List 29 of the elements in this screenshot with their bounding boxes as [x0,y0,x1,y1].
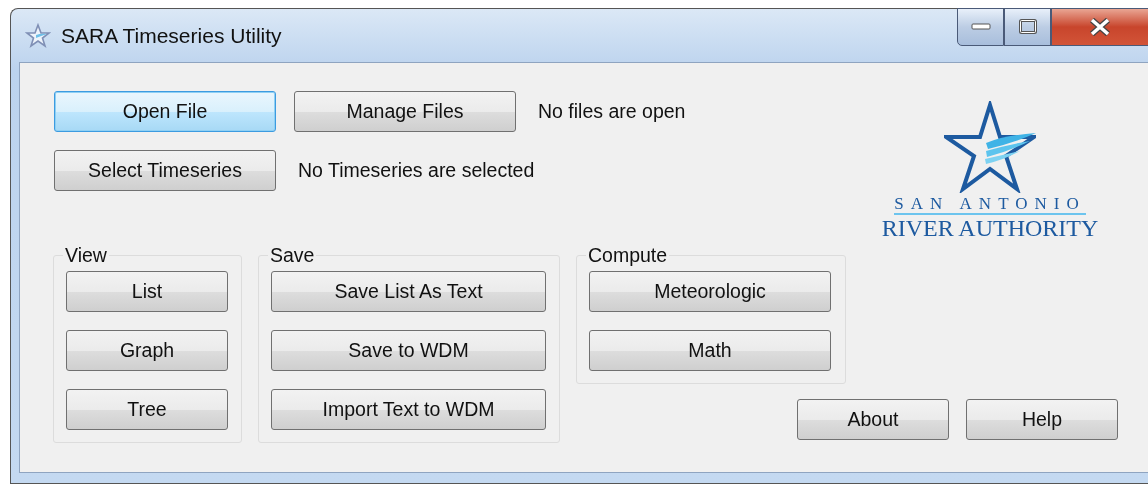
action-button[interactable]: About [797,399,949,440]
window-title: SARA Timeseries Utility [61,23,282,48]
action-button[interactable]: Help [966,399,1118,440]
star-wave-logo-icon [944,101,1036,193]
close-icon [1088,18,1112,36]
action-button[interactable]: Tree [66,389,228,430]
action-button[interactable]: Manage Files [294,91,516,132]
status-label: No files are open [538,100,686,123]
minimize-button[interactable] [957,8,1004,46]
action-button[interactable]: Select Timeseries [54,150,276,191]
status-label: No Timeseries are selected [298,159,535,182]
action-button[interactable]: Graph [66,330,228,371]
close-button[interactable] [1051,8,1148,46]
minimize-icon [970,23,991,31]
action-button[interactable]: Math [589,330,831,371]
action-button[interactable]: List [66,271,228,312]
logo-text: RIVER AUTHORITY [881,215,1099,241]
group-title: Compute [587,244,669,267]
star-icon [25,22,51,49]
action-button[interactable]: Save to WDM [271,330,546,371]
action-button[interactable]: Save List As Text [271,271,546,312]
logo-text: SAN ANTONIO [894,195,1086,215]
action-button[interactable]: Import Text to WDM [271,389,546,430]
group-title: View [64,244,108,267]
action-button[interactable]: Meteorologic [589,271,831,312]
maximize-button[interactable] [1004,8,1051,46]
action-button[interactable]: Open File [54,91,276,132]
maximize-icon [1018,19,1037,35]
group-title: Save [269,244,316,267]
